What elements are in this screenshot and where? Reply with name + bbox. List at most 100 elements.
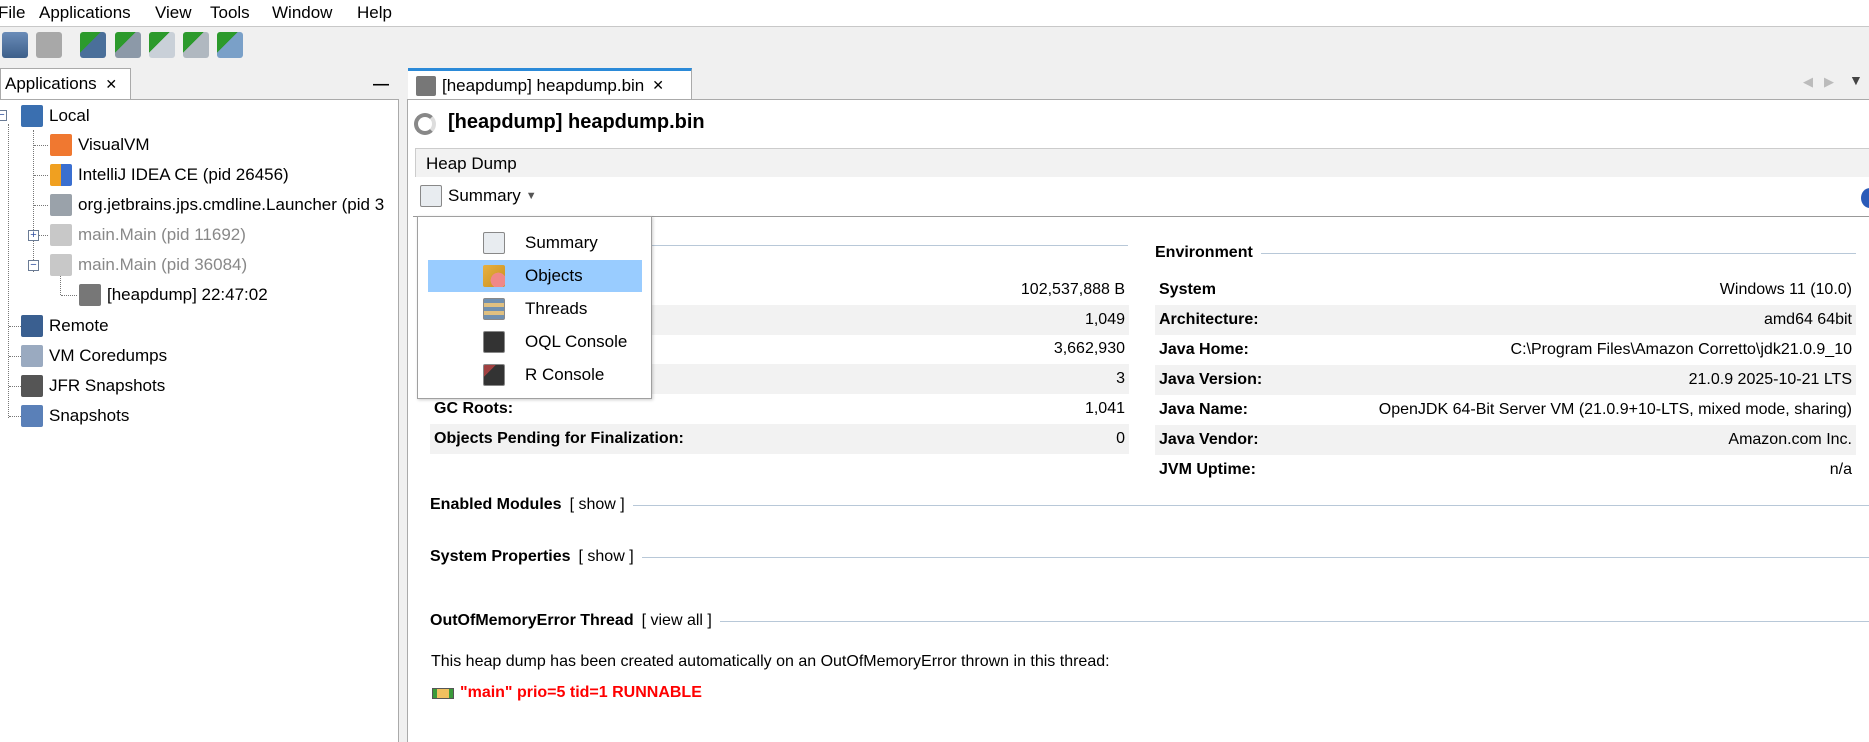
- label: Objects Pending for Finalization:: [434, 430, 684, 447]
- node-label: JFR Snapshots: [49, 376, 166, 395]
- intellij-icon: [50, 164, 72, 186]
- table-row: Objects Pending for Finalization: 0: [430, 424, 1129, 454]
- view-all-threads-link[interactable]: [ view all ]: [642, 612, 712, 630]
- system-properties-header: System Properties [ show ]: [430, 548, 1869, 566]
- node-label: Local: [49, 106, 90, 125]
- tree-node-main-11692[interactable]: main.Main (pid 11692): [50, 221, 246, 249]
- section-title: OutOfMemoryError Thread: [430, 612, 634, 629]
- item-label: Summary: [525, 233, 598, 252]
- r-console-icon: [483, 364, 505, 386]
- add-host-icon[interactable]: [80, 32, 106, 58]
- label: GC Roots:: [434, 400, 514, 417]
- add-jmx-icon[interactable]: [115, 32, 141, 58]
- tree-node-local[interactable]: Local: [21, 102, 90, 130]
- node-label: Snapshots: [49, 406, 130, 425]
- remote-icon: [21, 315, 43, 337]
- node-label: main.Main (pid 11692): [78, 225, 246, 244]
- summary-icon: [483, 232, 505, 254]
- node-label: Remote: [49, 316, 109, 335]
- tab-label: Applications: [5, 74, 97, 93]
- item-label: OQL Console: [525, 332, 628, 351]
- view-menu-popup: Summary Objects Threads OQL Console R Co…: [417, 216, 652, 399]
- show-properties-link[interactable]: [ show ]: [579, 548, 634, 566]
- heapdump-view: [heapdump] heapdump.bin Heap Dump Summar…: [407, 99, 1869, 742]
- jfr-icon: [21, 375, 43, 397]
- node-label: VM Coredumps: [49, 346, 168, 365]
- value: amd64 64bit: [1763, 311, 1852, 328]
- node-label: [heapdump] 22:47:02: [107, 285, 268, 304]
- tree-node-intellij[interactable]: IntelliJ IDEA CE (pid 26456): [50, 161, 289, 189]
- tree-node-coredumps[interactable]: VM Coredumps: [21, 342, 167, 370]
- add-jfr-icon[interactable]: [183, 32, 209, 58]
- menu-help[interactable]: Help: [357, 3, 392, 23]
- enabled-modules-header: Enabled Modules [ show ]: [430, 496, 1869, 514]
- menu-item-objects[interactable]: Objects: [428, 260, 642, 292]
- tab-applications[interactable]: Applications ✕: [0, 68, 131, 100]
- expand-toggle[interactable]: +: [28, 230, 39, 241]
- node-label: VisualVM: [78, 135, 150, 154]
- close-icon[interactable]: ✕: [105, 76, 117, 92]
- minimize-button[interactable]: —: [373, 76, 389, 94]
- tab-list-icon[interactable]: ▼: [1849, 72, 1863, 88]
- menu-tools[interactable]: Tools: [210, 3, 250, 23]
- tree-node-launcher[interactable]: org.jetbrains.jps.cmdline.Launcher (pid …: [50, 191, 384, 219]
- label: JVM Uptime:: [1159, 461, 1256, 478]
- section-title: System Properties: [430, 548, 571, 565]
- menu-item-r-console[interactable]: R Console: [428, 359, 642, 391]
- tree-node-visualvm[interactable]: VisualVM: [50, 131, 150, 159]
- threads-icon: [483, 298, 505, 320]
- heapdump-icon: [79, 284, 101, 306]
- label: Java Name:: [1159, 401, 1248, 418]
- tree-node-main-36084[interactable]: main.Main (pid 36084): [50, 251, 247, 279]
- oom-thread-link[interactable]: "main" prio=5 tid=1 RUNNABLE: [432, 684, 702, 702]
- save-icon[interactable]: [36, 32, 62, 58]
- value: n/a: [1829, 461, 1852, 478]
- tree-node-heapdump[interactable]: [heapdump] 22:47:02: [79, 281, 268, 309]
- close-icon[interactable]: ✕: [652, 77, 664, 94]
- menu-applications[interactable]: Applications: [39, 3, 131, 23]
- collapse-toggle[interactable]: −: [0, 110, 7, 121]
- tree-node-remote[interactable]: Remote: [21, 312, 109, 340]
- table-row: Architecture: amd64 64bit: [1155, 305, 1856, 335]
- collapse-toggle[interactable]: −: [28, 260, 39, 271]
- view-selector[interactable]: Summary ▼: [420, 185, 537, 207]
- show-modules-link[interactable]: [ show ]: [570, 496, 625, 514]
- menu-item-summary[interactable]: Summary: [428, 227, 642, 259]
- table-row: Java Vendor: Amazon.com Inc.: [1155, 425, 1856, 455]
- menu-file[interactable]: File: [0, 3, 25, 23]
- label: Architecture:: [1159, 311, 1259, 328]
- snapshot-icon: [21, 405, 43, 427]
- table-row: Java Name: OpenJDK 64-Bit Server VM (21.0…: [1155, 395, 1856, 425]
- menu-item-oql-console[interactable]: OQL Console: [428, 326, 642, 358]
- visualvm-icon: [50, 134, 72, 156]
- menu-bar: File Applications View Tools Window Help: [0, 0, 1869, 27]
- value: Windows 11 (10.0): [1719, 281, 1852, 298]
- table-row: System Windows 11 (10.0): [1155, 275, 1856, 305]
- tree-node-jfr[interactable]: JFR Snapshots: [21, 372, 165, 400]
- add-coredump-icon[interactable]: [149, 32, 175, 58]
- label: Java Home:: [1159, 341, 1249, 358]
- menu-item-threads[interactable]: Threads: [428, 293, 642, 325]
- java-icon: [50, 224, 72, 246]
- item-label: Objects: [525, 266, 583, 285]
- environment-header: Environment: [1155, 244, 1856, 262]
- node-label: org.jetbrains.jps.cmdline.Launcher (pid …: [78, 195, 385, 214]
- oom-thread-header: OutOfMemoryError Thread [ view all ]: [430, 612, 1869, 630]
- menu-view[interactable]: View: [155, 3, 192, 23]
- scroll-left-icon[interactable]: ◀: [1803, 74, 1813, 90]
- load-icon[interactable]: [2, 32, 28, 58]
- tree-node-snapshots[interactable]: Snapshots: [21, 402, 129, 430]
- java-icon: [50, 254, 72, 276]
- toolbar: [0, 28, 1869, 64]
- item-label: Threads: [525, 299, 588, 318]
- coredump-icon: [21, 345, 43, 367]
- tab-heapdump[interactable]: [heapdump] heapdump.bin ✕: [408, 68, 692, 100]
- help-icon[interactable]: [1861, 188, 1869, 208]
- add-snapshot-icon[interactable]: [217, 32, 243, 58]
- value: 0: [1116, 430, 1125, 447]
- heapdump-icon: [416, 75, 436, 96]
- node-label: main.Main (pid 36084): [78, 255, 248, 274]
- scroll-right-icon[interactable]: ▶: [1824, 74, 1834, 90]
- menu-window[interactable]: Window: [272, 3, 332, 23]
- table-row: Java Home: C:\Program Files\Amazon Corret…: [1155, 335, 1856, 365]
